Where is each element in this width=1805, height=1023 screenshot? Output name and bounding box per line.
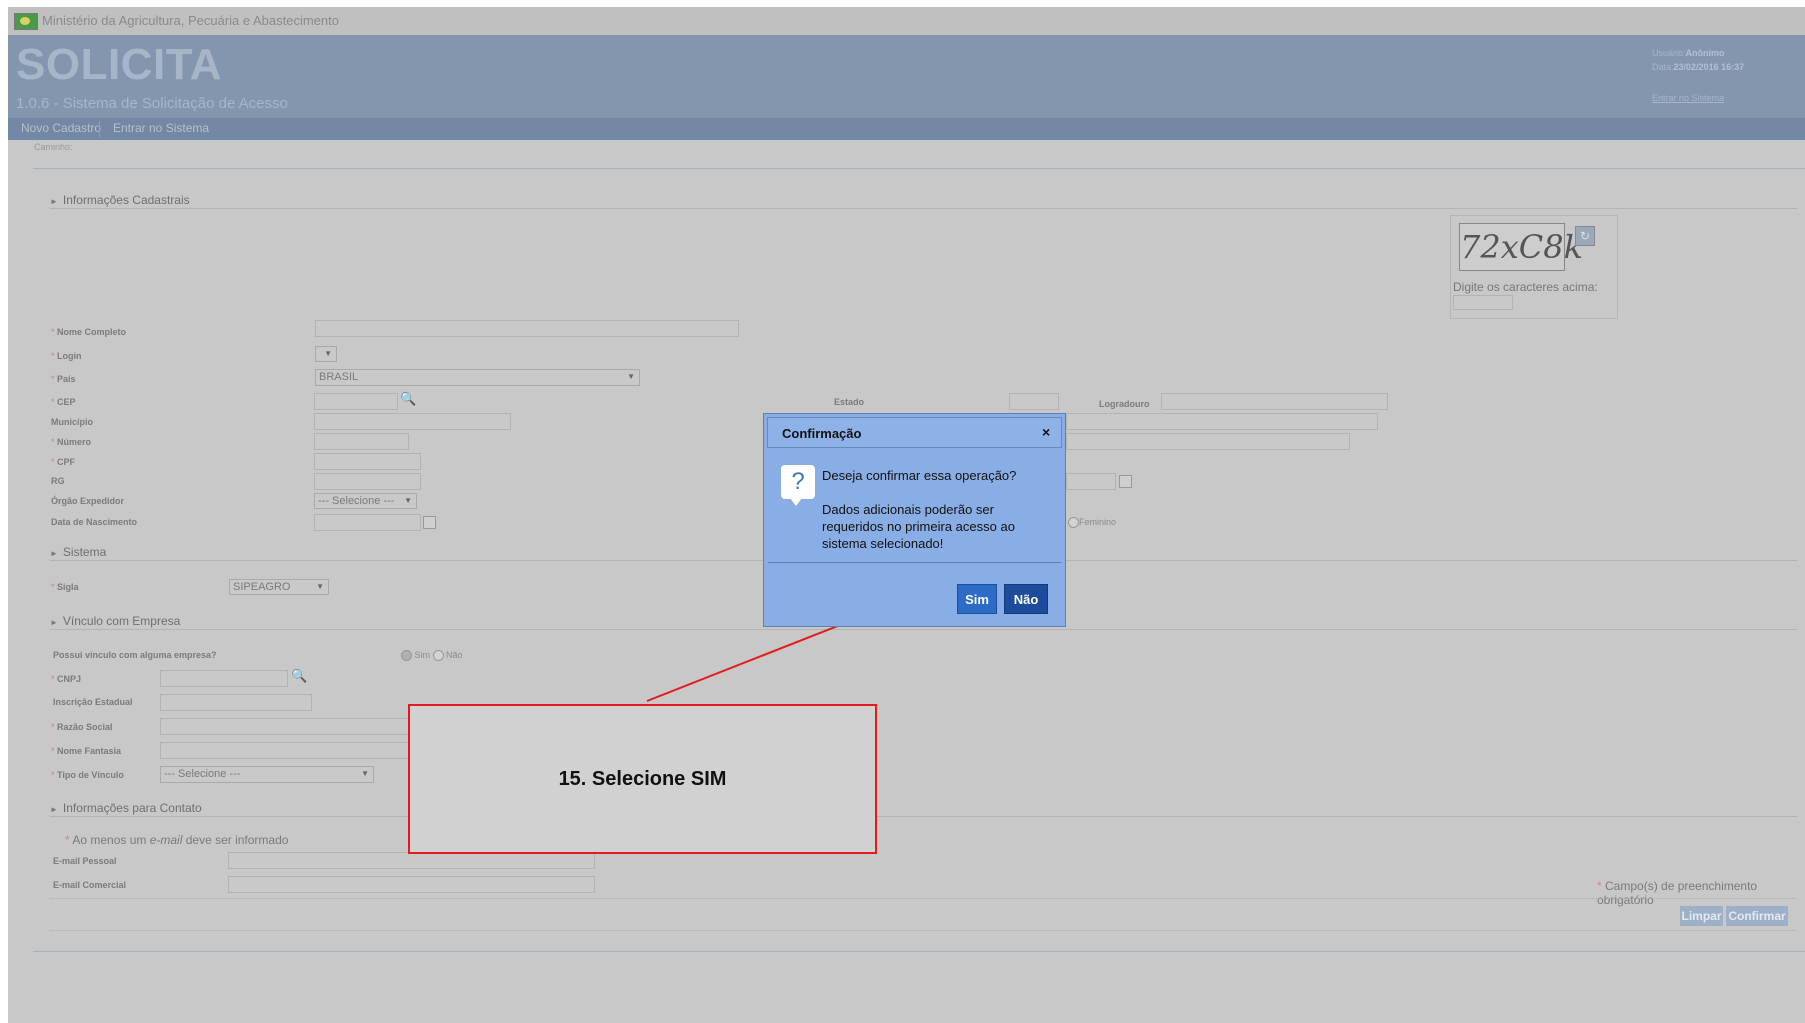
dialog-question: Deseja confirmar essa operação? [822, 468, 1017, 483]
confirmation-dialog: Confirmação × ? Deseja confirmar essa op… [763, 413, 1066, 627]
instruction-text: 15. Selecione SIM [558, 767, 727, 790]
nao-button[interactable]: Não [1004, 584, 1048, 614]
sim-button[interactable]: Sim [957, 584, 997, 614]
screen: Ministério da Agricultura, Pecuária e Ab… [8, 7, 1805, 1023]
dialog-header: Confirmação × [767, 417, 1062, 448]
question-icon: ? [781, 465, 815, 506]
close-icon[interactable]: × [1042, 424, 1050, 440]
dialog-details: Dados adicionais poderão ser requeridos … [822, 502, 1015, 551]
instruction-callout: 15. Selecione SIM [408, 704, 877, 854]
dialog-separator [768, 562, 1061, 563]
dialog-message: Deseja confirmar essa operação? Dados ad… [822, 467, 1057, 552]
dialog-title: Confirmação [782, 426, 862, 441]
